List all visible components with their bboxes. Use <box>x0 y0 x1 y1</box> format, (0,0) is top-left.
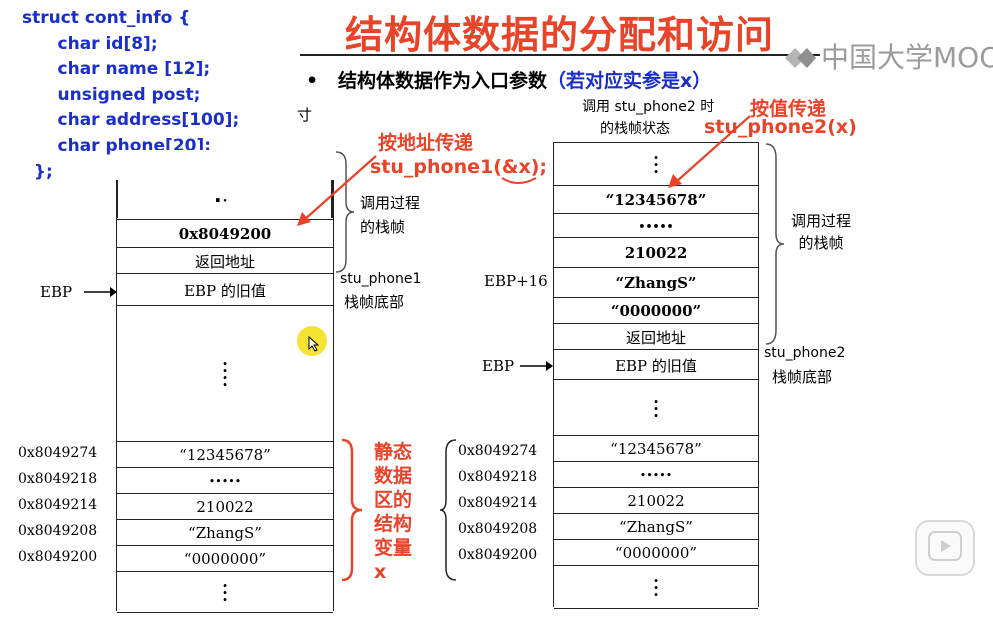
mouse-pointer-icon <box>308 336 320 352</box>
right-frame-bottom-1: stu_phone2 <box>764 345 846 361</box>
left-static-row: “12345678” <box>117 441 333 468</box>
left-ebp-old: EBP 的旧值 <box>117 273 333 306</box>
left-address: 0x8049274 <box>18 445 98 461</box>
mooc-logo-icon <box>783 44 817 70</box>
right-address: 0x8049274 <box>458 443 538 459</box>
title-divider <box>300 54 820 56</box>
mooc-watermark: 中国大学MOOC <box>783 36 993 70</box>
left-vdots-icon: · · · · <box>117 305 333 442</box>
partial-char: 寸 <box>297 106 313 124</box>
static-brace-icon <box>341 438 363 582</box>
code-line: struct cont_info { <box>22 8 191 28</box>
left-address: 0x8049208 <box>18 523 98 539</box>
code-line: unsigned post; <box>22 84 201 105</box>
right-ebp16-label: EBP+16 <box>484 272 548 290</box>
right-static-row: “ZhangS” <box>554 513 758 540</box>
play-icon <box>928 531 962 561</box>
right-address: 0x8049214 <box>458 495 538 511</box>
left-stack-edge <box>116 180 118 218</box>
right-brace-icon <box>765 143 785 345</box>
left-return-address: 返回地址 <box>117 247 333 274</box>
bullet-point: • 结构体数据作为入口参数（若对应实参是x） <box>306 66 711 93</box>
code-line: char address[100]; <box>22 110 240 131</box>
left-arrow-label-1: 按地址传递 <box>378 132 474 154</box>
right-static-row: ••••• <box>554 461 758 488</box>
right-ebp-label: EBP <box>482 357 515 375</box>
left-static-row: “ZhangS” <box>117 519 333 546</box>
left-static-row: ••••• <box>117 467 333 494</box>
right-stack: · · · “12345678” ••••• 210022 “ZhangS” “00… <box>553 142 759 609</box>
logo-text: 中国大学MOOC <box>821 41 993 70</box>
left-address: 0x8049214 <box>18 497 98 513</box>
right-address: 0x8049218 <box>458 469 538 485</box>
right-static-row: 210022 <box>554 487 758 514</box>
play-button[interactable] <box>915 520 975 576</box>
right-brace-label: 调用过程 的栈帧 <box>790 212 851 252</box>
static-var-label: 静态 数据 区的 结构 变量 x <box>374 441 413 583</box>
right-address: 0x8049200 <box>458 547 538 563</box>
right-state-2: 的栈帧状态 <box>600 121 670 137</box>
left-address: 0x8049200 <box>18 549 98 565</box>
right-ebp-arrow-icon <box>520 361 553 371</box>
left-ebp-arrow-icon <box>84 287 117 297</box>
bullet-dot-icon: • <box>306 70 338 92</box>
slide-title: 结构体数据的分配和访问 <box>345 13 775 57</box>
underline-mark-icon <box>501 177 537 184</box>
right-param-row: “0000000” <box>554 297 758 324</box>
right-address: 0x8049208 <box>458 521 538 537</box>
left-frame-bottom-2: 栈帧底部 <box>344 293 405 311</box>
right-static-row: “0000000” <box>554 539 758 566</box>
code-line: char id[8]; <box>22 33 158 54</box>
left-address: 0x8049218 <box>18 471 98 487</box>
right-param-row: ••••• <box>554 213 758 238</box>
right-vdots-icon: · · · <box>554 379 758 436</box>
bullet-text: 结构体数据作为入口参数 <box>338 70 548 92</box>
code-line: char name [12]; <box>22 59 211 80</box>
right-bottom-vdots-icon: · · · <box>554 565 758 609</box>
right-frame-bottom-2: 栈帧底部 <box>772 368 833 386</box>
left-frame-bottom-1: stu_phone1 <box>340 271 422 287</box>
right-static-brace-icon <box>439 439 457 581</box>
right-static-row: “12345678” <box>554 435 758 462</box>
right-param-row: “ZhangS” <box>554 267 758 298</box>
left-static-row: 210022 <box>117 493 333 520</box>
right-param-row: 210022 <box>554 237 758 268</box>
left-ebp-label: EBP <box>40 283 73 301</box>
left-bottom-vdots-icon: · · · <box>117 571 333 613</box>
left-red-arrow-icon <box>297 155 377 226</box>
left-static-row: “0000000” <box>117 545 333 572</box>
right-ebp-old: EBP 的旧值 <box>554 349 758 380</box>
left-top-dot: · <box>214 188 222 212</box>
right-return-address: 返回地址 <box>554 323 758 350</box>
right-red-arrow-icon <box>668 115 751 188</box>
bullet-paren: （若对应实参是x） <box>547 70 712 92</box>
